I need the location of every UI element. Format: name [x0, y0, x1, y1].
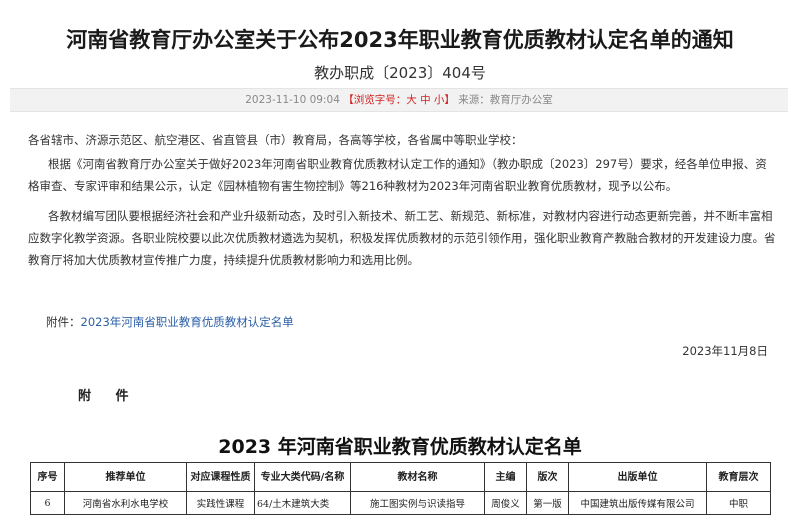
paragraph-1-text: 根据《河南省教育厅办公室关于做好2023年河南省职业教育优质教材认定工作的通知》…: [28, 157, 767, 193]
document-number: 教办职成〔2023〕404号: [314, 64, 486, 82]
paragraph-2: 各教材编写团队要根据经济社会和产业升级新动态，及时引入新技术、新工艺、新规范、新…: [28, 205, 776, 271]
cell-publisher: 中国建筑出版传媒有限公司: [568, 491, 707, 515]
paragraph-1: 根据《河南省教育厅办公室关于做好2023年河南省职业教育优质教材认定工作的通知》…: [28, 153, 776, 197]
col-header-publisher: 出版单位: [568, 462, 707, 492]
cell-edition: 第一版: [526, 491, 569, 515]
cell-textbook: 施工图实例与识读指导: [350, 491, 485, 515]
font-size-suffix: 】: [444, 94, 455, 106]
font-size-prefix: 【浏览字号：: [343, 94, 407, 106]
col-header-textbook: 教材名称: [350, 462, 485, 492]
publish-datetime: 2023-11-10 09:04: [245, 94, 340, 106]
attachment-line: 附件：2023年河南省职业教育优质教材认定名单: [46, 314, 294, 330]
col-header-level: 教育层次: [706, 462, 771, 492]
cell-unit: 河南省水利水电学校: [64, 491, 187, 515]
textbook-table: 序号 推荐单位 对应课程性质 专业大类代码/名称 教材名称 主编 版次 出版单位…: [30, 462, 771, 515]
font-size-small-button[interactable]: 小: [434, 94, 445, 106]
article-source: 来源：教育厅办公室: [458, 94, 553, 106]
cell-course-type: 实践性课程: [186, 491, 255, 515]
cell-index: 6: [30, 491, 65, 515]
issue-date: 2023年11月8日: [682, 344, 768, 358]
font-size-large-button[interactable]: 大: [406, 94, 417, 106]
cell-level: 中职: [706, 491, 771, 515]
paragraph-2-text: 各教材编写团队要根据经济社会和产业升级新动态，及时引入新技术、新工艺、新规范、新…: [28, 209, 776, 267]
cell-editor: 周俊义: [484, 491, 527, 515]
col-header-unit: 推荐单位: [64, 462, 187, 492]
list-title: 2023 年河南省职业教育优质教材认定名单: [218, 436, 582, 458]
font-size-medium-button[interactable]: 中: [420, 94, 431, 106]
col-header-edition: 版次: [526, 462, 569, 492]
col-header-editor: 主编: [484, 462, 527, 492]
meta-bar: 2023-11-10 09:04 【浏览字号：大 中 小】 来源：教育厅办公室: [10, 88, 788, 112]
col-header-major: 专业大类代码/名称: [254, 462, 351, 492]
col-header-index: 序号: [30, 462, 65, 492]
attachment-link[interactable]: 2023年河南省职业教育优质教材认定名单: [81, 315, 294, 329]
salutation: 各省辖市、济源示范区、航空港区、省直管县（市）教育局，各高等学校，各省属中等职业…: [28, 133, 523, 147]
cell-major: 64/土木建筑大类: [254, 491, 351, 515]
attachment-heading: 附 件: [78, 389, 139, 404]
article-title: 河南省教育厅办公室关于公布2023年职业教育优质教材认定名单的通知: [66, 28, 734, 52]
col-header-course-type: 对应课程性质: [186, 462, 255, 492]
attachment-prefix: 附件：: [46, 315, 81, 329]
table-header-row: 序号 推荐单位 对应课程性质 专业大类代码/名称 教材名称 主编 版次 出版单位…: [30, 462, 771, 492]
table-row: 6 河南省水利水电学校 实践性课程 64/土木建筑大类 施工图实例与识读指导 周…: [30, 491, 771, 515]
